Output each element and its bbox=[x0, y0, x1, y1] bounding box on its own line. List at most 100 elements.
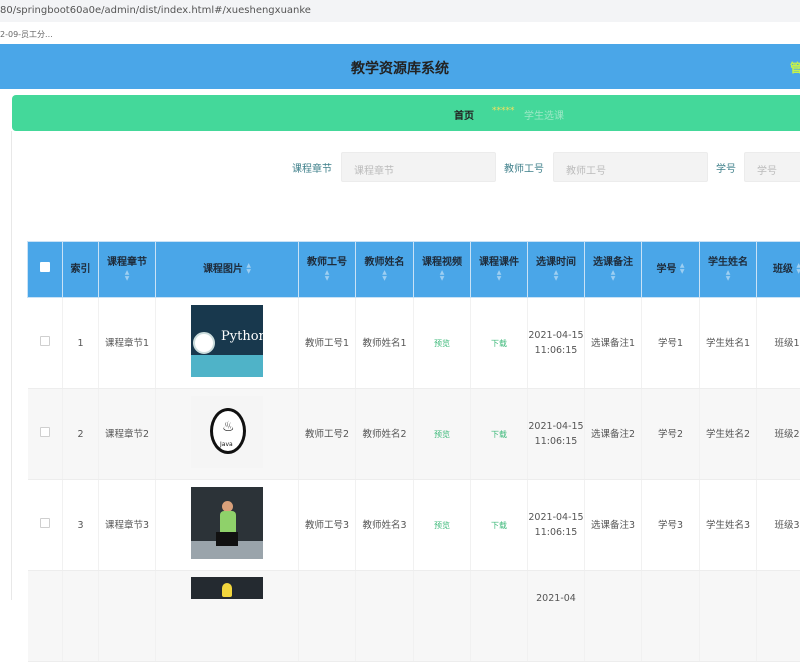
search-label-student-no: 学号 bbox=[716, 160, 736, 175]
student-name-cell: 学生姓名3 bbox=[700, 480, 757, 571]
breadcrumb-current: 学生选课 bbox=[524, 107, 564, 122]
class-cell: 班级2 bbox=[757, 389, 800, 480]
column-header-label: 索引 bbox=[71, 264, 91, 275]
column-header[interactable]: 学号 ▲▼ bbox=[642, 242, 700, 298]
column-header[interactable]: 选课时间▲▼ bbox=[528, 242, 585, 298]
video-cell: 预览 bbox=[414, 389, 471, 480]
student-name-cell: 学生姓名2 bbox=[700, 389, 757, 480]
index-cell: 1 bbox=[63, 298, 99, 389]
teacher-name-cell: 教师姓名2 bbox=[356, 389, 414, 480]
column-header[interactable]: 教师姓名 ▲▼ bbox=[356, 242, 414, 298]
column-header[interactable]: 课程视频 ▲▼ bbox=[414, 242, 471, 298]
sort-icon[interactable]: ▲▼ bbox=[246, 263, 251, 275]
classroom-icon[interactable] bbox=[191, 487, 263, 559]
image-cell bbox=[156, 571, 299, 662]
note-cell: 选课备注1 bbox=[585, 298, 642, 389]
column-header-label: 课程视频 bbox=[422, 257, 462, 268]
download-link[interactable]: 下载 bbox=[491, 521, 507, 530]
bulb-icon[interactable] bbox=[191, 577, 263, 599]
note-cell: 选课备注3 bbox=[585, 480, 642, 571]
column-header[interactable]: 课程章节▲▼ bbox=[99, 242, 156, 298]
sort-icon[interactable]: ▲▼ bbox=[680, 263, 685, 275]
sort-icon[interactable]: ▲▼ bbox=[125, 270, 130, 282]
preview-link[interactable]: 预览 bbox=[434, 521, 450, 530]
time-cell: 2021-04-15 11:06:15 bbox=[528, 389, 585, 480]
row-checkbox[interactable] bbox=[40, 427, 50, 437]
student-no-cell: 学号1 bbox=[642, 298, 700, 389]
column-header[interactable]: 学生姓名▲▼ bbox=[700, 242, 757, 298]
breadcrumb-separator: ***** bbox=[492, 106, 515, 116]
row-checkbox[interactable] bbox=[40, 336, 50, 346]
sort-icon[interactable]: ▲▼ bbox=[796, 263, 800, 275]
row-select-cell[interactable] bbox=[28, 571, 63, 662]
table-row: 3 课程章节3 教师工号3 教师姓名3 预览 下载 2021-04-15 11:… bbox=[28, 480, 800, 571]
column-header[interactable]: 课程课件▲▼ bbox=[471, 242, 528, 298]
index-cell: 3 bbox=[63, 480, 99, 571]
image-cell: Python bbox=[156, 298, 299, 389]
python-icon[interactable]: Python bbox=[191, 305, 263, 377]
student-no-cell: 学号3 bbox=[642, 480, 700, 571]
app-title: 教学资源库系统 bbox=[0, 58, 800, 78]
image-cell: ♨Java bbox=[156, 389, 299, 480]
sort-icon[interactable]: ▲▼ bbox=[382, 270, 387, 282]
column-header-label: 学号 bbox=[656, 264, 676, 275]
java-icon[interactable]: ♨Java bbox=[191, 396, 263, 468]
student-no-cell bbox=[642, 571, 700, 662]
teacher-no-search-input[interactable]: 教师工号 bbox=[553, 152, 708, 182]
note-cell: 选课备注2 bbox=[585, 389, 642, 480]
video-cell: 预览 bbox=[414, 480, 471, 571]
sort-icon[interactable]: ▲▼ bbox=[325, 270, 330, 282]
url-bar[interactable]: 80/springboot60a0e/admin/dist/index.html… bbox=[0, 0, 800, 22]
student-no-search-input[interactable]: 学号 bbox=[744, 152, 800, 182]
preview-link[interactable]: 预览 bbox=[434, 430, 450, 439]
search-label-chapter: 课程章节 bbox=[292, 160, 332, 175]
teacher-no-cell: 教师工号3 bbox=[299, 480, 356, 571]
select-all-checkbox[interactable] bbox=[40, 262, 50, 272]
row-select-cell[interactable] bbox=[28, 389, 63, 480]
class-cell: 班级3 bbox=[757, 480, 800, 571]
chapter-cell: 课程章节2 bbox=[99, 389, 156, 480]
download-link[interactable]: 下载 bbox=[491, 339, 507, 348]
column-header[interactable]: 教师工号 ▲▼ bbox=[299, 242, 356, 298]
column-header[interactable]: 课程图片 ▲▼ bbox=[156, 242, 299, 298]
video-cell: 预览 bbox=[414, 298, 471, 389]
sort-icon[interactable]: ▲▼ bbox=[554, 270, 559, 282]
teacher-name-cell: 教师姓名1 bbox=[356, 298, 414, 389]
sort-icon[interactable]: ▲▼ bbox=[726, 270, 731, 282]
courseware-cell: 下载 bbox=[471, 389, 528, 480]
sort-icon[interactable]: ▲▼ bbox=[611, 270, 616, 282]
row-select-cell[interactable] bbox=[28, 298, 63, 389]
teacher-no-cell: 教师工号1 bbox=[299, 298, 356, 389]
column-header[interactable]: 选课备注▲▼ bbox=[585, 242, 642, 298]
row-select-cell[interactable] bbox=[28, 480, 63, 571]
row-checkbox[interactable] bbox=[40, 518, 50, 528]
index-cell bbox=[63, 571, 99, 662]
search-label-teacher-no: 教师工号 bbox=[504, 160, 544, 175]
teacher-no-cell: 教师工号2 bbox=[299, 389, 356, 480]
download-link[interactable]: 下载 bbox=[491, 430, 507, 439]
teacher-name-cell bbox=[356, 571, 414, 662]
index-cell: 2 bbox=[63, 389, 99, 480]
student-name-cell: 学生姓名1 bbox=[700, 298, 757, 389]
sort-icon[interactable]: ▲▼ bbox=[497, 270, 502, 282]
column-header-label: 教师工号 bbox=[307, 257, 347, 268]
bookmark-item[interactable]: 2-09-员工分... bbox=[0, 30, 53, 39]
video-cell bbox=[414, 571, 471, 662]
column-header-label: 班级 bbox=[773, 264, 793, 275]
table-row: 2021-04 bbox=[28, 571, 800, 662]
column-header-label: 教师姓名 bbox=[365, 257, 405, 268]
course-selection-table: 索引 课程章节▲▼ 课程图片 ▲▼ 教师工号 ▲▼ 教师姓名 ▲▼ 课程视频 ▲▼ 课… bbox=[27, 241, 800, 662]
preview-link[interactable]: 预览 bbox=[434, 339, 450, 348]
sort-icon[interactable]: ▲▼ bbox=[440, 270, 445, 282]
breadcrumb-home[interactable]: 首页 bbox=[454, 107, 474, 122]
chapter-search-input[interactable]: 课程章节 bbox=[341, 152, 496, 182]
select-all-cell[interactable] bbox=[28, 242, 63, 298]
breadcrumb: 首页 ***** 学生选课 bbox=[12, 95, 800, 131]
table-header-row: 索引 课程章节▲▼ 课程图片 ▲▼ 教师工号 ▲▼ 教师姓名 ▲▼ 课程视频 ▲▼ 课… bbox=[28, 242, 800, 298]
chapter-cell: 课程章节1 bbox=[99, 298, 156, 389]
url-text: 80/springboot60a0e/admin/dist/index.html… bbox=[0, 5, 311, 16]
courseware-cell: 下载 bbox=[471, 480, 528, 571]
table-row: 2 课程章节2 ♨Java 教师工号2 教师姓名2 预览 下载 2021-04-… bbox=[28, 389, 800, 480]
user-menu[interactable]: 管 bbox=[790, 59, 800, 76]
column-header[interactable]: 班级 ▲▼ bbox=[757, 242, 800, 298]
